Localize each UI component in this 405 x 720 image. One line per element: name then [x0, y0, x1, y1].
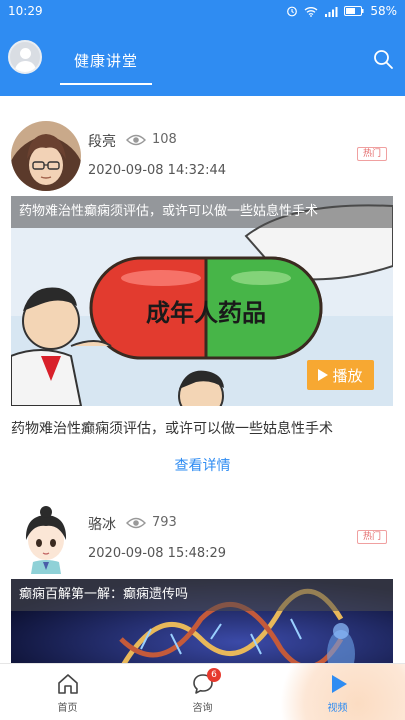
- nav-home[interactable]: 首页: [0, 664, 135, 720]
- search-icon[interactable]: [372, 48, 394, 70]
- nav-video-label: 视频: [327, 702, 348, 714]
- post-description: 药物难治性癫痫须评估，或许可以做一些姑息性手术: [11, 421, 333, 437]
- play-label: 播放: [332, 366, 363, 385]
- video-title-overlay: 癫痫百解第一解：癫痫遗传吗: [11, 579, 393, 611]
- app-header: 健康讲堂: [0, 22, 405, 96]
- video-feed[interactable]: 段亮 108 2020-09-08 14:32:44 热门 成年人药品 药物难治…: [0, 96, 405, 663]
- signal-icon: [325, 6, 338, 17]
- hot-badge: 热门: [357, 147, 387, 161]
- video-title-overlay: 药物难治性癫痫须评估，或许可以做一些姑息性手术: [11, 196, 393, 228]
- status-bar: 10:29 58%: [0, 0, 405, 22]
- play-icon: [318, 369, 329, 381]
- eye-icon: [126, 517, 146, 529]
- tab-underline: [60, 83, 152, 85]
- view-count: 108: [152, 132, 177, 147]
- user-avatar[interactable]: [8, 40, 42, 74]
- battery-icon: [344, 6, 364, 16]
- unread-badge: 6: [207, 668, 221, 682]
- nav-home-label: 首页: [57, 702, 78, 714]
- nav-consult-label: 咨询: [192, 702, 213, 714]
- view-details-link[interactable]: 查看详情: [0, 455, 405, 475]
- bottom-nav: 首页 6 咨询 视频: [0, 663, 405, 720]
- tab-health-lecture[interactable]: 健康讲堂: [74, 50, 138, 71]
- author-avatar[interactable]: [11, 121, 81, 191]
- play-button[interactable]: 播放: [307, 360, 374, 390]
- nav-video[interactable]: 视频: [270, 664, 405, 720]
- author-avatar[interactable]: [11, 504, 81, 574]
- video-thumbnail[interactable]: 成年人药品 药物难治性癫痫须评估，或许可以做一些姑息性手术 播放: [11, 196, 393, 406]
- thumbnail-caption: 成年人药品: [146, 299, 266, 327]
- post-date: 2020-09-08 15:48:29: [88, 546, 227, 561]
- eye-icon: [126, 134, 146, 146]
- post-date: 2020-09-08 14:32:44: [88, 163, 227, 178]
- wifi-icon: [304, 6, 318, 17]
- alarm-icon: [287, 6, 298, 17]
- view-count: 793: [152, 515, 177, 530]
- author-name: 段亮: [88, 134, 116, 150]
- author-name: 骆冰: [88, 517, 116, 533]
- play-icon: [331, 674, 347, 693]
- status-time: 10:29: [8, 4, 43, 18]
- hot-badge: 热门: [357, 530, 387, 544]
- battery-level: 58%: [370, 4, 397, 18]
- app-screen: 10:29 58% 健康讲堂 段亮 108 2020-09-08 14:32:4…: [0, 0, 405, 720]
- nav-consult[interactable]: 6 咨询: [135, 664, 270, 720]
- video-thumbnail[interactable]: 癫痫百解第一解：癫痫遗传吗: [11, 579, 393, 663]
- home-icon: [57, 673, 78, 694]
